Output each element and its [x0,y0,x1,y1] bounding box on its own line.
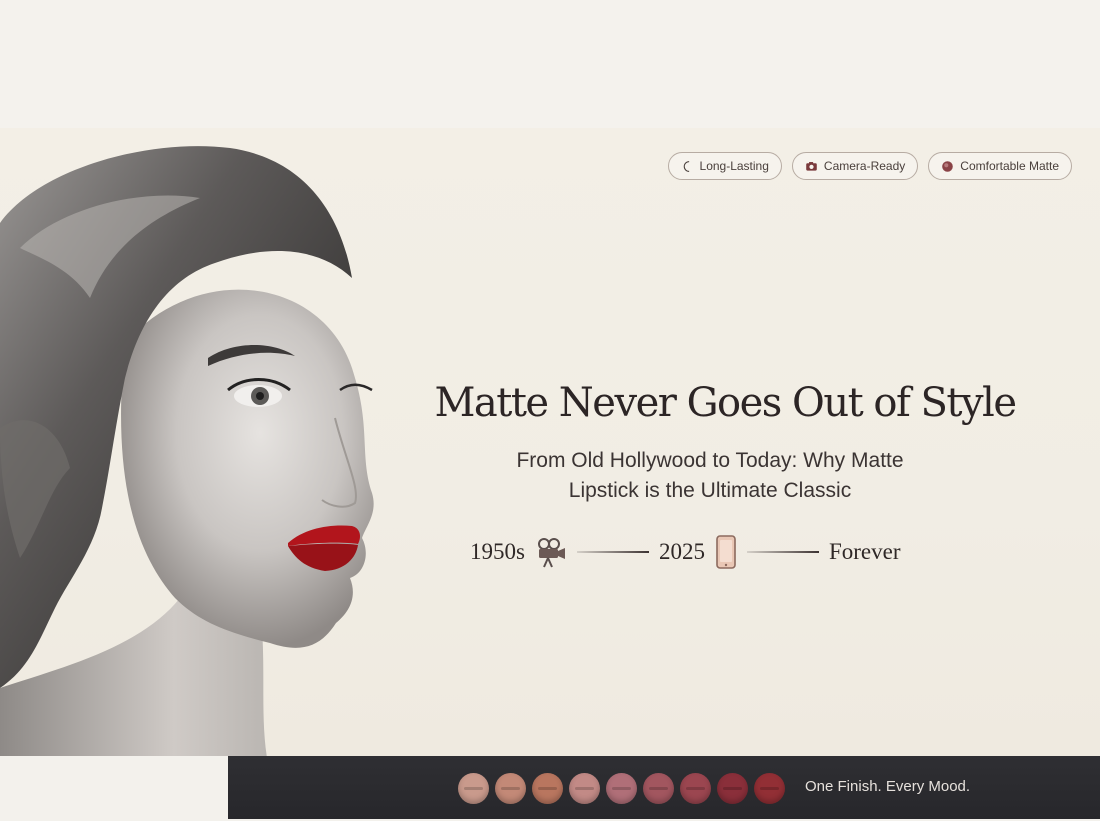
badge-label: Long-Lasting [699,159,769,173]
lip-swatch [680,773,711,804]
lip-swatches [458,773,785,804]
lip-swatch [532,773,563,804]
smartphone-icon [715,534,737,570]
footer-bar: One Finish. Every Mood. [228,756,1100,819]
timeline-middle: 2025 [658,539,705,564]
lip-swatch [643,773,674,804]
portrait-image [0,146,374,756]
era-timeline: 1950s 2025 Forever [470,532,900,572]
crescent-icon [683,160,689,172]
subtitle-line-2: Lipstick is the Ultimate Classic [568,479,852,502]
timeline-end: Forever [828,539,901,564]
badge-camera-ready: Camera-Ready [791,152,919,180]
lip-swatch [606,773,637,804]
badge-long-lasting: Long-Lasting [667,152,782,180]
feature-badges: Long-Lasting Camera-Ready Comfortable Ma… [667,152,1072,180]
tagline: One Finish. Every Mood. [805,778,971,795]
top-band [0,0,1100,128]
lip-swatch [754,773,785,804]
lip-swatch [569,773,600,804]
lip-swatch [717,773,748,804]
lip-swatch [458,773,489,804]
lipstick-dot-icon [942,160,954,172]
camera-icon [806,161,817,171]
badge-comfortable-matte: Comfortable Matte [928,152,1072,180]
badge-label: Comfortable Matte [960,159,1059,173]
timeline-connector [746,551,819,553]
hero-section: Long-Lasting Camera-Ready Comfortable Ma… [0,128,1100,756]
lip-swatch [495,773,526,804]
page-title: Matte Never Goes Out of Style [434,380,1017,426]
film-camera-icon [535,536,567,568]
timeline-start: 1950s [470,539,525,564]
badge-label: Camera-Ready [823,159,906,173]
subtitle: From Old Hollywood to Today: Why Matte L… [420,446,1000,506]
subtitle-line-1: From Old Hollywood to Today: Why Matte [516,449,904,472]
timeline-connector [576,551,649,553]
